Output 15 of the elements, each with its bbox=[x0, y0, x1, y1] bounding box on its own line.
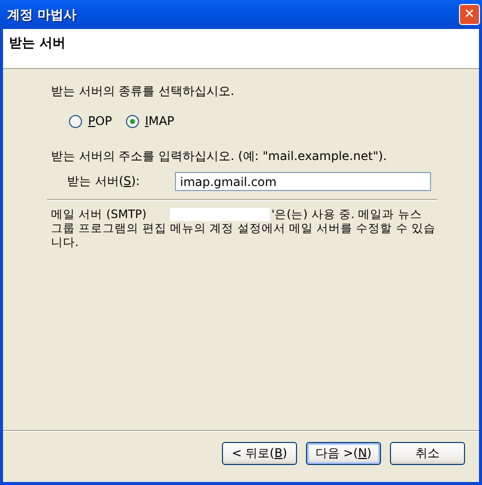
dialog-button[interactable]: < 뒤로(B) bbox=[222, 442, 297, 465]
page-heading: 받는 서버 bbox=[9, 36, 66, 51]
info-text: '은(는) 사용 중. 메일과 뉴스 bbox=[271, 207, 422, 221]
dialog-button[interactable]: 다음 >(N) bbox=[306, 442, 381, 465]
radio-option[interactable]: POP bbox=[69, 114, 112, 128]
field-label: 받는 서버(S): bbox=[67, 173, 141, 190]
close-button[interactable]: ✕ bbox=[459, 4, 480, 25]
server-type-prompt: 받는 서버의 종류를 선택하십시오. bbox=[51, 83, 234, 100]
radio-option[interactable]: IMAP bbox=[126, 114, 174, 128]
window-title: 계정 마법사 bbox=[7, 6, 77, 24]
info-text: 메일 서버 (SMTP) bbox=[51, 207, 146, 221]
server-address-prompt: 받는 서버의 주소를 입력하십시오. (예: "mail.example.net"). bbox=[51, 148, 387, 165]
server-input-field[interactable]: imap.gmail.com bbox=[175, 172, 431, 191]
info-text: 그룹 프로그램의 편집 메뉴의 계정 설정에서 메일 서버를 수정할 수 있습니다. bbox=[51, 221, 436, 249]
dialog-button[interactable]: 취소 bbox=[390, 442, 465, 465]
